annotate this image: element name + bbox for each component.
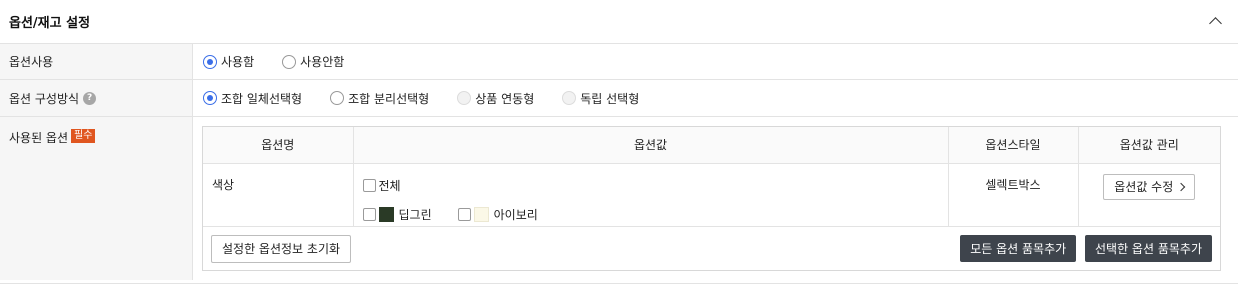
radio-product-linked: 상품 연동형 (457, 90, 534, 107)
radio-independent: 독립 선택형 (562, 90, 639, 107)
checkbox-box[interactable] (362, 207, 376, 221)
options-table: 옵션명 옵션값 옵션스타일 옵션값 관리 색상 전체 딥그린 아이보리 셀렉트박… (203, 127, 1220, 227)
option-use-row: 옵션사용 사용함 사용안함 (0, 44, 1238, 80)
radio-dot[interactable] (282, 54, 297, 69)
chevron-up-icon[interactable] (1208, 14, 1224, 30)
option-method-label-text: 옵션 구성방식 (9, 91, 80, 106)
options-box-footer: 설정한 옵션정보 초기화 모든 옵션 품목추가 선택한 옵션 품목추가 (203, 227, 1220, 271)
radio-dot (562, 91, 577, 105)
option-manage-cell: 옵션값 수정 (1078, 163, 1220, 227)
option-name-cell: 색상 (203, 163, 354, 227)
question-circle-icon[interactable]: ? (83, 91, 97, 105)
radio-label: 상품 연동형 (475, 91, 535, 106)
radio-dot[interactable] (203, 54, 217, 69)
required-badge: 필수 (71, 129, 96, 143)
table-header-row: 옵션명 옵션값 옵션스타일 옵션값 관리 (203, 127, 1220, 164)
option-style-cell: 셀렉트박스 (948, 163, 1079, 227)
checkbox-box[interactable] (457, 207, 471, 221)
add-buttons-group: 모든 옵션 품목추가 선택한 옵션 품목추가 (955, 235, 1212, 262)
panel-title: 옵션/재고 설정 (9, 16, 91, 31)
edit-button-label: 옵션값 수정 (1114, 180, 1174, 194)
used-options-label: 사용된 옵션 필수 (0, 117, 193, 280)
panel-header: 옵션/재고 설정 (0, 0, 1238, 44)
value-label: 아이보리 (493, 207, 538, 222)
radio-dot[interactable] (330, 91, 345, 105)
option-method-row: 옵션 구성방식 ? 조합 일체선택형 조합 분리선택형 상품 연동형 독립 선택… (0, 80, 1238, 117)
color-swatch (473, 206, 489, 222)
checkbox-label: 전체 (378, 178, 401, 193)
color-swatch (378, 206, 394, 222)
value-label: 딥그린 (398, 207, 432, 222)
radio-use-no[interactable]: 사용안함 (282, 53, 344, 70)
radio-label: 독립 선택형 (580, 91, 640, 106)
radio-dot (457, 91, 472, 105)
used-options-row: 사용된 옵션 필수 옵션명 옵션값 옵션스타일 옵션값 관리 색상 전체 딥그린… (0, 117, 1238, 280)
add-selected-options-button[interactable]: 선택한 옵션 품목추가 (1085, 235, 1212, 262)
checkbox-all[interactable]: 전체 (362, 177, 401, 194)
radio-label: 사용안함 (300, 55, 345, 69)
option-use-label: 옵션사용 (0, 44, 193, 79)
option-method-label: 옵션 구성방식 ? (0, 80, 193, 116)
radio-label: 사용함 (221, 55, 255, 69)
radio-combined-single[interactable]: 조합 일체선택형 (203, 90, 302, 107)
radio-use-yes[interactable]: 사용함 (203, 53, 254, 70)
radio-dot[interactable] (203, 91, 217, 105)
header-option-manage: 옵션값 관리 (1078, 127, 1220, 164)
options-box: 옵션명 옵션값 옵션스타일 옵션값 관리 색상 전체 딥그린 아이보리 셀렉트박… (202, 126, 1221, 271)
header-option-name: 옵션명 (203, 127, 354, 164)
option-values-list: 딥그린 아이보리 (362, 206, 948, 223)
option-method-choices: 조합 일체선택형 조합 분리선택형 상품 연동형 독립 선택형 (193, 80, 1238, 116)
add-all-options-button[interactable]: 모든 옵션 품목추가 (960, 235, 1077, 262)
radio-label: 조합 일체선택형 (221, 91, 303, 106)
checkbox-value-deep-green[interactable]: 딥그린 (362, 206, 432, 223)
radio-combined-separate[interactable]: 조합 분리선택형 (330, 90, 429, 107)
checkbox-value-ivory[interactable]: 아이보리 (457, 206, 538, 223)
chevron-right-icon (1177, 182, 1186, 191)
header-option-style: 옵션스타일 (948, 127, 1079, 164)
option-stock-panel: 옵션/재고 설정 옵션사용 사용함 사용안함 옵션 구성방식 ? 조합 일체선택… (0, 0, 1238, 284)
used-options-content: 옵션명 옵션값 옵션스타일 옵션값 관리 색상 전체 딥그린 아이보리 셀렉트박… (193, 117, 1238, 280)
option-use-choices: 사용함 사용안함 (193, 44, 1238, 79)
table-row: 색상 전체 딥그린 아이보리 셀렉트박스 옵션값 수정 (203, 163, 1220, 227)
reset-options-button[interactable]: 설정한 옵션정보 초기화 (211, 234, 352, 263)
option-values-cell: 전체 딥그린 아이보리 (353, 163, 949, 227)
used-options-label-text: 사용된 옵션 (9, 131, 69, 145)
header-option-values: 옵션값 (353, 127, 949, 164)
edit-option-values-button[interactable]: 옵션값 수정 (1103, 173, 1196, 200)
checkbox-box[interactable] (362, 178, 376, 192)
radio-label: 조합 분리선택형 (348, 91, 430, 106)
